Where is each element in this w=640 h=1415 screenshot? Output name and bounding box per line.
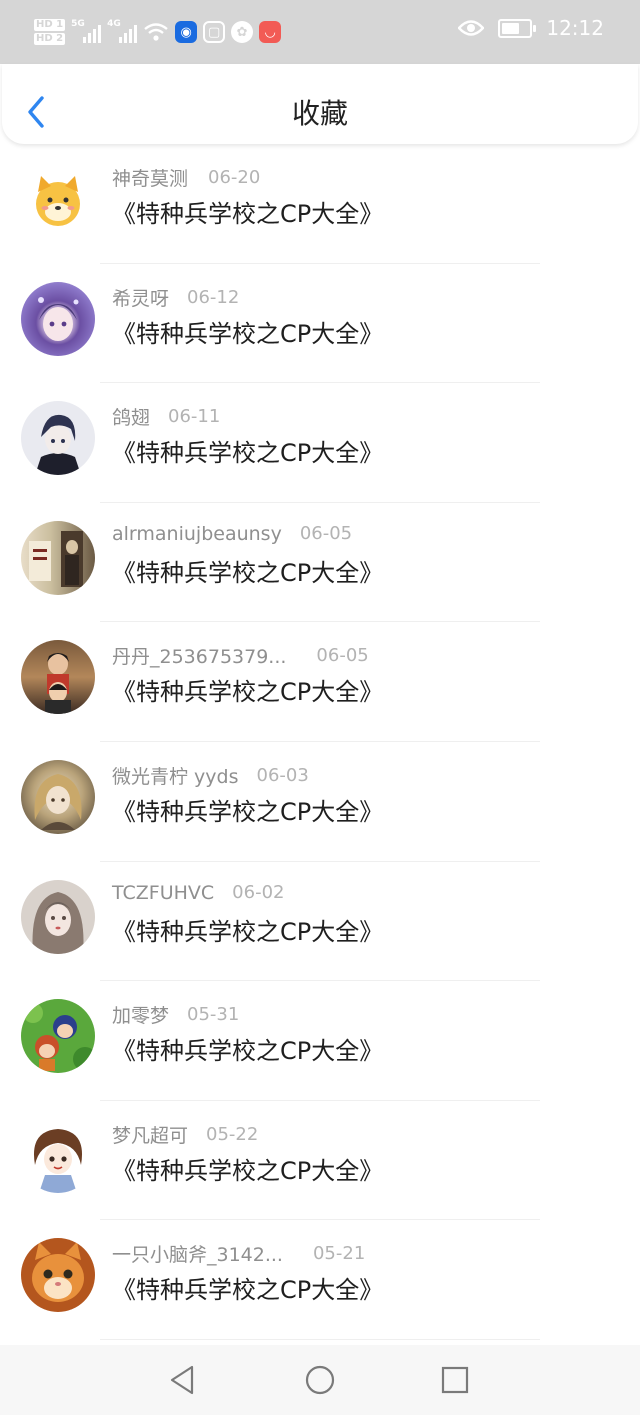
signal-icon: 4G [107,19,138,43]
favorite-date: 06-12 [187,286,240,308]
favorite-date: 05-31 [187,1004,240,1026]
network-type-label: 4G [107,19,121,29]
favorite-item[interactable]: 丹丹_253675379... 06-05 《特种兵学校之CP大全》 [0,622,640,742]
avatar[interactable] [21,281,95,356]
app-notification-icon: ◡ [259,21,282,43]
favorite-date: 06-05 [299,523,353,545]
sim-indicator: HD 1 HD 2 [34,18,66,46]
wifi-icon [143,21,169,43]
favorite-title: 《特种兵学校之CP大全》 [112,558,384,587]
app-notification-icon: ▢ [203,21,226,43]
favorite-item[interactable]: 神奇莫测 06-20 《特种兵学校之CP大全》 [0,144,640,264]
username: 希灵呀 [112,287,170,310]
favorites-list: 神奇莫测 06-20 《特种兵学校之CP大全》 希灵呀 06-12 《特种兵学校… [0,144,640,1340]
favorite-date: 06-20 [208,167,261,188]
avatar[interactable] [21,162,95,236]
favorite-title: 《特种兵学校之CP大全》 [112,1156,384,1185]
favorite-date: 06-05 [316,645,369,667]
favorite-date: 06-02 [232,882,285,904]
eye-icon [458,20,485,36]
sim1-label: HD 1 [34,19,66,31]
title-bar: 收藏 [2,64,638,144]
username: 微光青柠 yyds [112,765,239,788]
favorite-date: 05-22 [206,1123,259,1145]
favorite-item[interactable]: 鸽翅 06-11 《特种兵学校之CP大全》 [0,383,640,503]
favorite-item[interactable]: 一只小脑斧_3142... 05-21 《特种兵学校之CP大全》 [0,1220,640,1340]
favorite-title: 《特种兵学校之CP大全》 [112,200,384,228]
page-title: 收藏 [291,97,348,130]
favorite-item[interactable]: TCZFUHVC 06-02 《特种兵学校之CP大全》 [0,862,640,982]
app-notification-icon: ◉ [175,21,198,43]
avatar[interactable] [21,520,95,595]
username: 神奇莫测 [112,168,189,190]
username: alrmaniujbeaunsy [112,522,282,545]
avatar[interactable] [21,1118,95,1193]
username: 鸽翅 [112,407,151,430]
username: 丹丹_253675379... [112,646,287,669]
favorite-item[interactable]: alrmaniujbeaunsy 06-05 《特种兵学校之CP大全》 [0,503,640,623]
favorite-title: 《特种兵学校之CP大全》 [112,319,384,348]
favorite-item[interactable]: 希灵呀 06-12 《特种兵学校之CP大全》 [0,264,640,384]
signal-icon: 5G [71,19,102,43]
favorite-title: 《特种兵学校之CP大全》 [112,917,384,946]
avatar[interactable] [21,640,95,715]
favorite-item[interactable]: 梦凡超可 05-22 《特种兵学校之CP大全》 [0,1101,640,1221]
row-divider [100,1338,540,1340]
favorite-item[interactable]: 微光青柠 yyds 06-03 《特种兵学校之CP大全》 [0,742,640,862]
recents-square-icon[interactable] [438,1363,472,1397]
favorite-title: 《特种兵学校之CP大全》 [112,1276,384,1305]
favorite-date: 06-11 [168,406,221,428]
home-circle-icon[interactable] [303,1363,337,1397]
sim2-label: HD 2 [34,33,66,45]
username: 加零梦 [112,1005,170,1028]
clock: 12:12 [546,16,604,40]
username: 一只小脑斧_3142... [112,1244,283,1267]
avatar[interactable] [21,879,95,954]
avatar[interactable] [21,759,95,834]
system-navigation-bar [0,1345,640,1415]
avatar[interactable] [21,401,95,476]
favorite-date: 06-03 [256,764,309,786]
favorite-item[interactable]: 加零梦 05-31 《特种兵学校之CP大全》 [0,981,640,1101]
username: 梦凡超可 [112,1124,189,1147]
favorite-title: 《特种兵学校之CP大全》 [112,439,384,468]
back-triangle-icon[interactable] [166,1363,200,1397]
network-type-label: 5G [71,19,85,29]
battery-icon [498,18,537,38]
favorite-date: 05-21 [312,1243,366,1265]
avatar[interactable] [21,999,95,1074]
status-bar: HD 1 HD 2 5G 4G ◉ ▢ ✿ ◡ 12:12 [0,0,640,64]
app-notification-icon: ✿ [231,21,254,43]
favorite-title: 《特种兵学校之CP大全》 [112,797,384,826]
username: TCZFUHVC [112,881,215,904]
favorite-title: 《特种兵学校之CP大全》 [112,1037,384,1066]
avatar[interactable] [21,1238,95,1313]
favorite-title: 《特种兵学校之CP大全》 [112,678,384,707]
